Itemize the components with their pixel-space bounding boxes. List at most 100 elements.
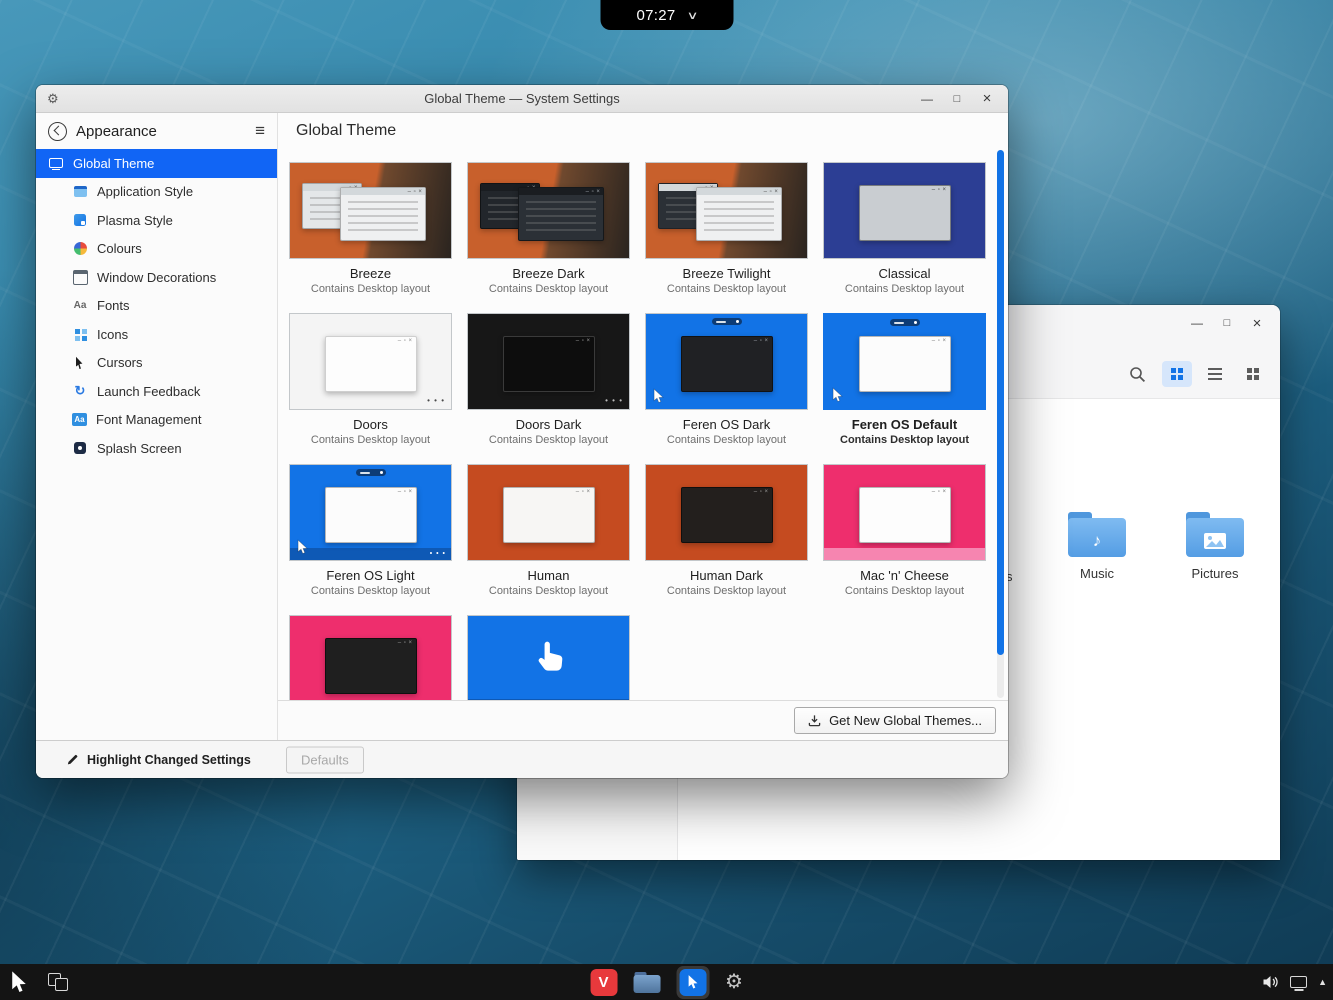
sidebar-item-colours[interactable]: Colours <box>36 235 277 264</box>
theme-card-breeze[interactable]: – ▫ ×– ▫ × Breeze Contains Desktop layou… <box>289 162 452 296</box>
window-switcher-icon[interactable] <box>48 973 68 991</box>
preview-window-controls: – ▫ × <box>576 488 591 497</box>
folder-label: Pictures <box>1192 566 1239 581</box>
theme-preview: – ▫ × <box>823 313 986 410</box>
folder-music[interactable]: ♪ Music <box>1061 512 1133 581</box>
back-icon[interactable] <box>48 122 67 141</box>
theme-card-feren-os-dark[interactable]: – ▫ × Feren OS Dark Contains Desktop lay… <box>645 313 808 447</box>
theme-preview: • • • <box>467 615 630 700</box>
sidebar-item-launch-feedback[interactable]: ↻ Launch Feedback <box>36 377 277 406</box>
panel-clock[interactable]: 07:27 ∨ <box>600 0 733 30</box>
theme-card-partial-12[interactable]: – ▫ × <box>289 615 452 700</box>
theme-card-partial-13[interactable]: • • • <box>467 615 630 700</box>
preview-clock-pill <box>356 469 386 476</box>
sidebar-item-application-style[interactable]: Application Style <box>36 178 277 207</box>
preview-window: – ▫ × <box>503 336 595 392</box>
cursors-icon <box>72 355 88 371</box>
theme-card-feren-os-default[interactable]: – ▫ × Feren OS Default Contains Desktop … <box>823 313 986 447</box>
theme-card-human[interactable]: – ▫ × Human Contains Desktop layout <box>467 464 630 598</box>
grid-view-button[interactable] <box>1162 361 1192 387</box>
get-new-themes-button[interactable]: Get New Global Themes... <box>794 707 996 734</box>
preview-window-controls: – ▫ × <box>398 639 413 648</box>
preview-window-controls: – ▫ × <box>932 186 947 195</box>
theme-card-doors-dark[interactable]: – ▫ ×• • • Doors Dark Contains Desktop l… <box>467 313 630 447</box>
sidebar-item-cursors[interactable]: Cursors <box>36 349 277 378</box>
sidebar-item-window-decorations[interactable]: Window Decorations <box>36 263 277 292</box>
settings-gear-icon[interactable]: ⚙ <box>725 972 743 992</box>
preview-content-lines <box>348 201 418 233</box>
settings-window: ⚙ Global Theme — System Settings — □ × A… <box>36 85 1008 778</box>
theme-card-classical[interactable]: – ▫ × Classical Contains Desktop layout <box>823 162 986 296</box>
file-manager-icon[interactable] <box>633 972 660 993</box>
preview-window-controls: – ▫ × <box>586 188 601 197</box>
preview-window-controls: – ▫ × <box>398 488 413 497</box>
splash-screen-icon <box>72 440 88 456</box>
preview-window-controls: – ▫ × <box>764 188 779 197</box>
theme-caption: Contains Desktop layout <box>645 585 808 598</box>
settings-footer: Highlight Changed Settings Defaults <box>36 740 1008 778</box>
search-icon[interactable] <box>1129 366 1146 383</box>
vivaldi-icon[interactable]: V <box>590 969 617 996</box>
theme-card-breeze-twilight[interactable]: – ▫ ×– ▫ × Breeze Twilight Contains Desk… <box>645 162 808 296</box>
cursor-icon <box>653 388 664 404</box>
scrollbar-thumb[interactable] <box>997 150 1004 655</box>
highlight-changed-settings[interactable]: Highlight Changed Settings <box>66 753 251 767</box>
preview-window: – ▫ × <box>681 336 773 392</box>
theme-card-human-dark[interactable]: – ▫ × Human Dark Contains Desktop layout <box>645 464 808 598</box>
theme-preview: – ▫ ×– ▫ × <box>645 162 808 259</box>
settings-titlebar[interactable]: ⚙ Global Theme — System Settings — □ × <box>36 85 1008 113</box>
theme-name: Doors <box>289 417 452 433</box>
chevron-down-icon: ∨ <box>686 9 698 22</box>
desktop: 07:27 ∨ — □ × s <box>0 0 1333 1000</box>
sidebar-item-plasma-style[interactable]: Plasma Style <box>36 206 277 235</box>
preview-clock-pill <box>712 318 742 325</box>
sidebar-item-font-management[interactable]: Aa Font Management <box>36 406 277 435</box>
theme-scroll-area[interactable]: – ▫ ×– ▫ × Breeze Contains Desktop layou… <box>278 113 994 700</box>
feren-menu-icon[interactable] <box>10 970 28 994</box>
sidebar-item-icons[interactable]: Icons <box>36 320 277 349</box>
sidebar-item-fonts[interactable]: Aa Fonts <box>36 292 277 321</box>
pencil-icon <box>66 753 79 766</box>
cursor-icon <box>832 387 843 403</box>
theme-caption: Contains Desktop layout <box>467 434 630 447</box>
maximize-button[interactable]: □ <box>1212 317 1242 329</box>
download-icon <box>808 714 821 727</box>
preview-dots: • • • <box>427 397 445 405</box>
maximize-button[interactable]: □ <box>942 93 972 105</box>
folder-pictures[interactable]: Pictures <box>1179 512 1251 581</box>
sidebar-item-global-theme[interactable]: Global Theme <box>36 149 277 178</box>
close-button[interactable]: × <box>1242 315 1272 332</box>
theme-card-breeze-dark[interactable]: – ▫ ×– ▫ × Breeze Dark Contains Desktop … <box>467 162 630 296</box>
theme-card-feren-os-light[interactable]: – ▫ ×• • • Feren OS Light Contains Deskt… <box>289 464 452 598</box>
minimize-button[interactable]: — <box>912 92 942 106</box>
theme-name: Classical <box>823 266 986 282</box>
hamburger-menu-icon[interactable]: ≡ <box>255 121 265 141</box>
compact-view-button[interactable] <box>1238 361 1268 387</box>
preview-window-controls: – ▫ × <box>754 488 769 497</box>
system-settings-active-icon[interactable] <box>676 966 709 999</box>
fonts-icon: Aa <box>72 298 88 314</box>
preview-window: – ▫ × <box>681 487 773 543</box>
theme-card-doors[interactable]: – ▫ ×• • • Doors Contains Desktop layout <box>289 313 452 447</box>
volume-icon[interactable] <box>1262 974 1279 990</box>
close-button[interactable]: × <box>972 90 1002 107</box>
preview-content-lines <box>526 201 596 233</box>
list-view-button[interactable] <box>1200 361 1230 387</box>
taskbar: V ⚙ ▲ <box>0 964 1333 1000</box>
scrollbar[interactable] <box>997 150 1004 698</box>
defaults-button[interactable]: Defaults <box>286 746 364 773</box>
minimize-button[interactable]: — <box>1182 316 1212 330</box>
theme-preview: – ▫ × <box>289 615 452 700</box>
display-icon[interactable] <box>1290 976 1307 988</box>
tray-expand-icon[interactable]: ▲ <box>1318 977 1327 987</box>
theme-card-mac-n-cheese[interactable]: – ▫ × Mac 'n' Cheese Contains Desktop la… <box>823 464 986 598</box>
sidebar-item-splash-screen[interactable]: Splash Screen <box>36 434 277 463</box>
preview-taskbar <box>824 548 985 560</box>
font-management-icon: Aa <box>72 413 87 426</box>
theme-preview: – ▫ ×– ▫ × <box>467 162 630 259</box>
sidebar-header: Appearance <box>76 123 246 140</box>
preview-taskbar-dots: • • • <box>430 551 446 558</box>
theme-caption: Contains Desktop layout <box>467 283 630 296</box>
theme-app-tile <box>679 969 706 996</box>
theme-name: Feren OS Light <box>289 568 452 584</box>
